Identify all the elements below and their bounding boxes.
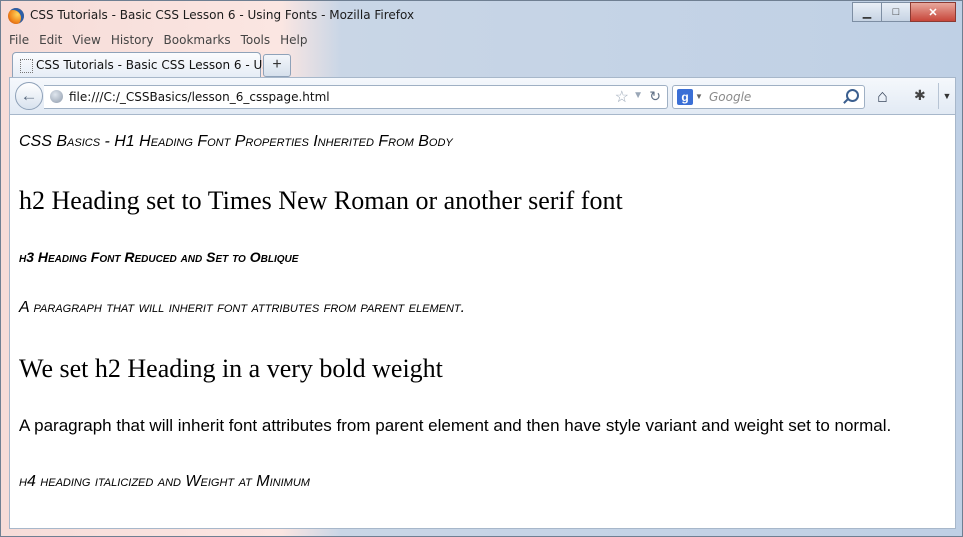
page-heading-h1: CSS Basics - H1 Heading Font Properties … <box>19 133 453 150</box>
search-placeholder: Google <box>709 90 752 104</box>
close-button[interactable]: ✕ <box>910 2 956 22</box>
menu-history[interactable]: History <box>111 33 154 47</box>
page-content: CSS Basics - H1 Heading Font Properties … <box>9 115 956 529</box>
globe-icon <box>50 90 63 103</box>
browser-window: CSS Tutorials - Basic CSS Lesson 6 - Usi… <box>0 0 963 537</box>
page-icon <box>20 59 33 73</box>
paragraph-normal: A paragraph that will inherit font attri… <box>19 416 892 435</box>
window-title: CSS Tutorials - Basic CSS Lesson 6 - Usi… <box>30 8 415 22</box>
maximize-button[interactable]: □ <box>881 2 911 22</box>
bookmark-star-icon[interactable]: ☆ <box>615 87 629 107</box>
address-bar[interactable]: file:///C:/_CSSBasics/lesson_6_csspage.h… <box>44 85 668 109</box>
search-bar[interactable]: g ▼ Google <box>672 85 865 109</box>
search-engine-icon[interactable]: g <box>677 89 693 105</box>
navigation-toolbar: ← file:///C:/_CSSBasics/lesson_6_csspage… <box>9 77 956 115</box>
tab-strip: CSS Tutorials - Basic CSS Lesson 6 - Usi… <box>9 52 959 78</box>
toolbar-menu-dropdown-icon[interactable]: ▼ <box>938 83 955 109</box>
new-tab-button[interactable]: + <box>263 54 291 77</box>
url-text: file:///C:/_CSSBasics/lesson_6_csspage.h… <box>69 90 330 104</box>
tab-title: CSS Tutorials - Basic CSS Lesson 6 - Usi… <box>36 58 291 72</box>
back-arrow-icon[interactable]: ← <box>15 82 43 110</box>
heading-h2-bold: We set h2 Heading in a very bold weight <box>19 354 443 383</box>
heading-h3-oblique: h3 Heading Font Reduced and Set to Obliq… <box>19 249 299 265</box>
history-dropdown-icon[interactable]: ▼ <box>633 90 643 101</box>
menu-bookmarks[interactable]: Bookmarks <box>164 33 231 47</box>
menu-view[interactable]: View <box>72 33 100 47</box>
menu-bar: File Edit View History Bookmarks Tools H… <box>9 33 318 47</box>
firefox-logo-icon <box>8 8 24 24</box>
window-controls: ▁ □ ✕ <box>852 2 956 22</box>
minimize-button[interactable]: ▁ <box>852 2 882 22</box>
menu-help[interactable]: Help <box>280 33 307 47</box>
addon-icon[interactable]: ✱ <box>914 87 926 104</box>
menu-edit[interactable]: Edit <box>39 33 62 47</box>
search-icon[interactable] <box>846 89 859 102</box>
heading-h4-italic: h4 heading italicized and Weight at Mini… <box>19 473 310 490</box>
search-engine-dropdown-icon[interactable]: ▼ <box>695 92 703 101</box>
menu-tools[interactable]: Tools <box>241 33 271 47</box>
tab-active[interactable]: CSS Tutorials - Basic CSS Lesson 6 - Usi… <box>12 52 291 77</box>
reload-icon[interactable]: ↻ <box>649 88 661 105</box>
paragraph-inherit: A paragraph that will inherit font attri… <box>19 299 466 316</box>
heading-h2-serif: h2 Heading set to Times New Roman or ano… <box>19 186 623 215</box>
menu-file[interactable]: File <box>9 33 29 47</box>
title-bar: CSS Tutorials - Basic CSS Lesson 6 - Usi… <box>1 1 962 31</box>
home-icon[interactable]: ⌂ <box>877 86 888 107</box>
